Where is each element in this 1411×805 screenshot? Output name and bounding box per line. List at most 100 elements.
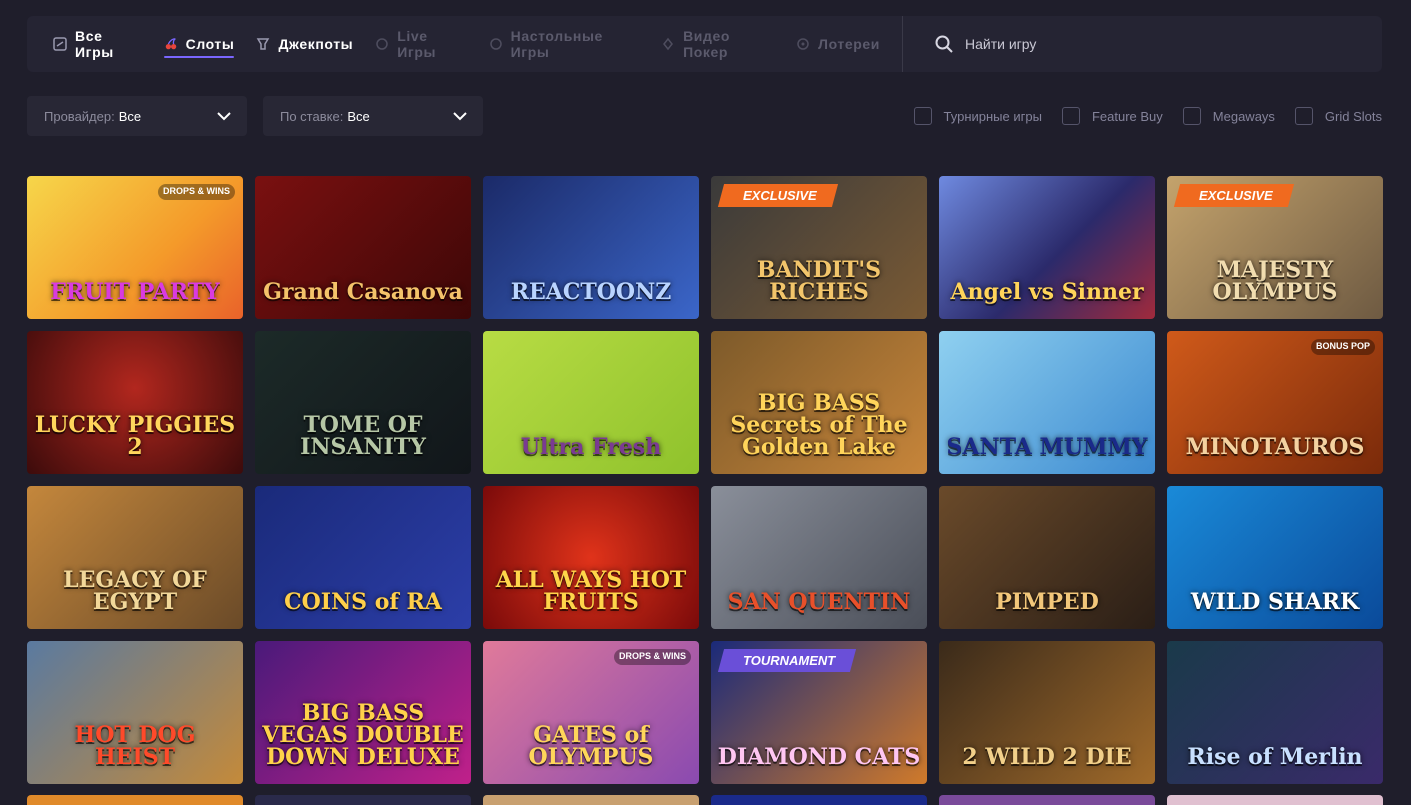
exclusive-badge: EXCLUSIVE bbox=[717, 184, 838, 207]
tab-label: Джекпоты bbox=[278, 36, 354, 52]
bet-key: По ставке: bbox=[280, 108, 344, 124]
video-poker-icon bbox=[661, 37, 675, 51]
game-title: WILD SHARK bbox=[1190, 589, 1360, 615]
game-title: Ultra Fresh bbox=[520, 434, 662, 460]
filter-checkbox[interactable]: Feature Buy bbox=[1061, 107, 1163, 125]
game-title: DIAMOND CATS bbox=[717, 744, 921, 770]
game-tile[interactable]: SANTA MUMMY bbox=[939, 331, 1155, 474]
tab-table-games[interactable]: Настольные Игры bbox=[489, 16, 639, 72]
game-tile[interactable]: COINS of RA bbox=[255, 486, 471, 629]
game-tile[interactable]: FRUIT PARTY DROPS & WINS bbox=[27, 176, 243, 319]
game-title: LEGACY OF EGYPT bbox=[63, 567, 207, 615]
game-tile[interactable]: LEGACY OF EGYPT bbox=[27, 486, 243, 629]
tab-slots-cherry[interactable]: Слоты bbox=[163, 16, 235, 72]
game-tile[interactable]: Angel vs Sinner bbox=[939, 176, 1155, 319]
game-tile[interactable]: BANDIT'S RICHES EXCLUSIVE bbox=[711, 176, 927, 319]
filter-checkbox[interactable]: Megaways bbox=[1182, 107, 1275, 125]
game-title: MINOTAUROS bbox=[1185, 434, 1365, 460]
category-tabs: Все Игры Слоты Джекпоты Live Игры Настольные… bbox=[27, 16, 902, 72]
search-icon bbox=[935, 35, 953, 53]
tab-live[interactable]: Live Игры bbox=[375, 16, 466, 72]
game-tile[interactable]: WILD SHARK bbox=[1167, 486, 1383, 629]
checkbox-label: Турнирные игры bbox=[943, 108, 1042, 124]
game-title: 2 WILD 2 DIE bbox=[962, 744, 1132, 770]
tab-jackpot[interactable]: Джекпоты bbox=[256, 16, 353, 72]
game-tile[interactable]: PIMPED bbox=[939, 486, 1155, 629]
category-bar: Все Игры Слоты Джекпоты Live Игры Настольные… bbox=[27, 16, 1382, 72]
game-tile[interactable]: REACTOONZ bbox=[483, 176, 699, 319]
tab-label: Видео Покер bbox=[683, 28, 731, 60]
game-tile[interactable]: TOME OF INSANITY bbox=[255, 331, 471, 474]
tab-video-poker[interactable]: Видео Покер bbox=[661, 16, 774, 72]
checkbox-box[interactable] bbox=[1294, 107, 1313, 125]
game-tile[interactable]: 2 WILD 2 DIE bbox=[939, 641, 1155, 784]
games-grid-next-row bbox=[27, 795, 1383, 805]
game-title: REACTOONZ bbox=[510, 279, 672, 305]
game-title: SANTA MUMMY bbox=[946, 434, 1148, 460]
checkbox-label: Grid Slots bbox=[1324, 108, 1382, 124]
slots-cherry-icon bbox=[164, 37, 178, 51]
chevron-down-icon bbox=[453, 111, 467, 120]
tab-label: Настольные Игры bbox=[510, 28, 603, 60]
game-tile[interactable] bbox=[27, 795, 243, 805]
game-tile[interactable]: GATES of OLYMPUS DROPS & WINS bbox=[483, 641, 699, 784]
tab-all-games[interactable]: Все Игры bbox=[53, 16, 142, 72]
game-tile[interactable]: Ultra Fresh bbox=[483, 331, 699, 474]
lottery-icon bbox=[796, 37, 810, 51]
game-title: FRUIT PARTY bbox=[50, 279, 220, 305]
filter-checkbox[interactable]: Турнирные игры bbox=[913, 107, 1042, 125]
provider-value: Все bbox=[118, 108, 142, 124]
game-tile[interactable]: SAN QUENTIN bbox=[711, 486, 927, 629]
game-title: COINS of RA bbox=[284, 589, 442, 615]
game-title: PIMPED bbox=[995, 589, 1099, 615]
game-tile[interactable]: Grand Casanova bbox=[255, 176, 471, 319]
game-tile[interactable]: ALL WAYS HOT FRUITS bbox=[483, 486, 699, 629]
checkbox-box[interactable] bbox=[913, 107, 932, 125]
game-title: Rise of Merlin bbox=[1187, 744, 1363, 770]
game-title: SAN QUENTIN bbox=[727, 589, 911, 615]
filter-checkboxes: Турнирные игры Feature Buy Megaways Grid Sl… bbox=[894, 107, 1382, 125]
checkbox-box[interactable] bbox=[1061, 107, 1080, 125]
promo-mark: DROPS & WINS bbox=[613, 649, 691, 665]
game-tile[interactable] bbox=[255, 795, 471, 805]
game-title: TOME OF INSANITY bbox=[300, 412, 426, 460]
game-tile[interactable]: BIG BASS Secrets of The Golden Lake bbox=[711, 331, 927, 474]
bet-value: Все bbox=[347, 108, 370, 124]
bet-select[interactable]: По ставке: Все bbox=[263, 96, 483, 136]
filter-checkbox[interactable]: Grid Slots bbox=[1294, 107, 1382, 125]
game-title: LUCKY PIGGIES 2 bbox=[34, 412, 236, 460]
live-icon bbox=[375, 37, 389, 51]
provider-key: Провайдер: bbox=[44, 108, 115, 124]
checkbox-label: Megaways bbox=[1212, 108, 1275, 124]
tab-label: Лотереи bbox=[818, 36, 880, 52]
chevron-down-icon bbox=[217, 111, 231, 120]
game-tile[interactable]: Rise of Merlin bbox=[1167, 641, 1383, 784]
game-tile[interactable]: LUCKY PIGGIES 2 bbox=[27, 331, 243, 474]
game-title: BIG BASS VEGAS DOUBLE DOWN DELUXE bbox=[262, 700, 464, 770]
game-tile[interactable]: DIAMOND CATS TOURNAMENT bbox=[711, 641, 927, 784]
game-title: Grand Casanova bbox=[263, 279, 463, 305]
promo-mark: BONUS POP bbox=[1310, 339, 1375, 355]
search-input[interactable] bbox=[963, 35, 1317, 53]
game-tile[interactable]: MINOTAUROS BONUS POP bbox=[1167, 331, 1383, 474]
game-title: MAJESTY OLYMPUS bbox=[1212, 257, 1338, 305]
game-tile[interactable] bbox=[483, 795, 699, 805]
search-box[interactable] bbox=[903, 16, 1382, 72]
tab-label: Слоты bbox=[185, 36, 235, 52]
game-tile[interactable]: HOT DOG HEIST bbox=[27, 641, 243, 784]
checkbox-box[interactable] bbox=[1182, 107, 1201, 125]
tab-lottery[interactable]: Лотереи bbox=[796, 16, 880, 72]
provider-select[interactable]: Провайдер: Все bbox=[27, 96, 247, 136]
game-title: GATES of OLYMPUS bbox=[528, 722, 654, 770]
game-tile[interactable] bbox=[711, 795, 927, 805]
game-tile[interactable]: BIG BASS VEGAS DOUBLE DOWN DELUXE bbox=[255, 641, 471, 784]
all-games-icon bbox=[53, 37, 67, 51]
jackpot-icon bbox=[256, 37, 270, 51]
game-tile[interactable] bbox=[939, 795, 1155, 805]
game-tile[interactable] bbox=[1167, 795, 1383, 805]
table-games-icon bbox=[489, 37, 503, 51]
game-title: Angel vs Sinner bbox=[950, 279, 1144, 305]
filter-bar: Провайдер: Все По ставке: Все Турнирные … bbox=[27, 96, 1382, 136]
game-title: BIG BASS Secrets of The Golden Lake bbox=[730, 390, 908, 460]
game-tile[interactable]: MAJESTY OLYMPUS EXCLUSIVE bbox=[1167, 176, 1383, 319]
